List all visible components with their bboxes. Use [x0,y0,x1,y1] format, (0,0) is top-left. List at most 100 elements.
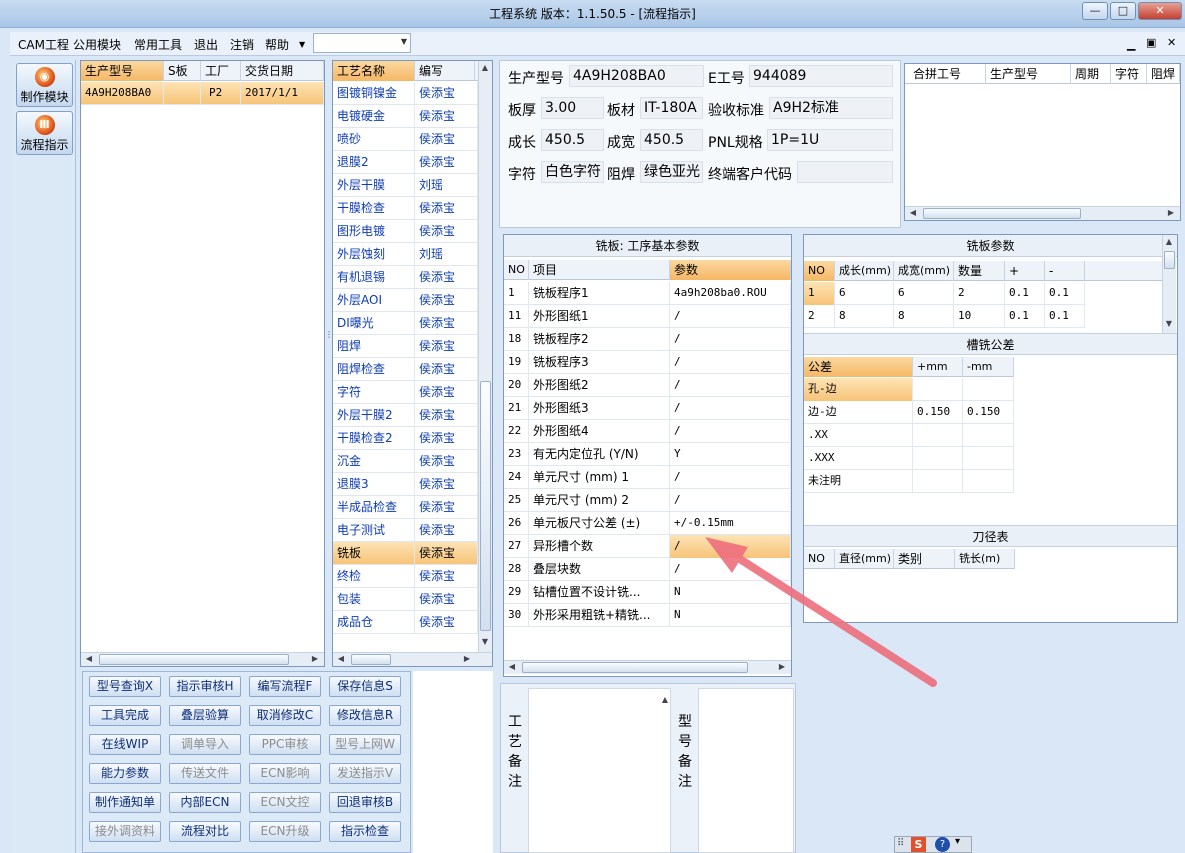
list-item[interactable]: 退膜3 侯添宝 [333,473,478,496]
menu-icon[interactable]: ▾ [955,836,960,847]
action-button-4-0[interactable]: 制作通知单 [89,792,161,813]
table-row[interactable]: 20 外形图纸2/ [504,374,791,397]
scroll-left-icon[interactable]: ◀ [335,654,347,663]
scroll-up-icon[interactable]: ▲ [479,63,491,72]
list-item[interactable]: 阻焊 侯添宝 [333,335,478,358]
list-item[interactable]: 外层干膜2 侯添宝 [333,404,478,427]
table-row[interactable]: 2 8 8 10 0.1 0.1 [804,305,1085,328]
nav-process-guide[interactable]: Ⅲ 流程指示 [16,111,73,155]
table-row[interactable]: .XX [804,424,1014,447]
table-row[interactable]: 未注明 [804,470,1014,493]
table-row[interactable]: 19 铣板程序3/ [504,351,791,374]
list-item[interactable]: 外层AOI 侯添宝 [333,289,478,312]
menu-logout[interactable]: 注销 [230,36,254,53]
list-item[interactable]: 包装 侯添宝 [333,588,478,611]
list-item[interactable]: 铣板 侯添宝 [333,542,478,565]
toolbar-combo[interactable]: ▼ [313,33,411,53]
header-mill-plus[interactable]: + [1005,261,1045,281]
list-item[interactable]: 电子测试 侯添宝 [333,519,478,542]
header-tolerance[interactable]: 公差 [804,357,913,377]
table-row[interactable]: 26 单元板尺寸公差 (±) +/-0.15mm [504,512,791,535]
list-item[interactable]: 阻焊检查 侯添宝 [333,358,478,381]
menu-tools[interactable]: 常用工具 [134,36,182,53]
scroll-left-icon[interactable]: ◀ [907,208,919,217]
mdi-minimize-icon[interactable]: ▁ [1127,38,1135,51]
header-tool-type[interactable]: 类别 [894,549,955,569]
action-button-0-1[interactable]: 指示审核H [169,676,241,697]
material-field[interactable]: IT-180A [640,97,703,119]
header-tool-no[interactable]: NO [804,549,835,569]
table-row[interactable]: 11 外形图纸1/ [504,305,791,328]
model-list-hscroll[interactable]: ◀ ▶ [81,652,324,666]
header-mill-qty[interactable]: 数量 [954,261,1005,281]
action-button-0-2[interactable]: 编写流程F [249,676,321,697]
table-row[interactable]: 18 铣板程序2/ [504,328,791,351]
action-button-3-0[interactable]: 能力参数 [89,763,161,784]
table-row[interactable]: 24 单元尺寸 (mm) 1/ [504,466,791,489]
scroll-thumb[interactable] [522,662,748,673]
acceptance-field[interactable]: A9H2标准 [769,97,893,119]
action-button-0-3[interactable]: 保存信息S [329,676,401,697]
scroll-up-icon[interactable]: ▲ [1163,237,1175,246]
action-button-5-3[interactable]: 指示检查 [329,821,401,842]
process-list-hscroll[interactable]: ◀ ▶ [333,652,492,666]
action-button-1-3[interactable]: 修改信息R [329,705,401,726]
table-row[interactable]: 边-边 0.150 0.150 [804,401,1014,424]
header-tool-diameter[interactable]: 直径(mm) [835,549,894,569]
header-item[interactable]: 项目 [529,260,670,280]
header-tool-length[interactable]: 铣长(m) [955,549,1015,569]
table-row[interactable]: 孔-边 [804,378,1014,401]
model-field[interactable]: 4A9H208BA0 [569,65,704,87]
header-tol-plus[interactable]: +mm [913,357,963,377]
minimize-button[interactable]: — [1082,2,1108,20]
scroll-right-icon[interactable]: ▶ [776,662,788,671]
scroll-thumb[interactable] [1164,251,1175,269]
scroll-left-icon[interactable]: ◀ [83,654,95,663]
header-mill-width[interactable]: 成宽(mm) [894,261,954,281]
table-row[interactable]: 28 叠层块数 / [504,558,791,581]
scroll-right-icon[interactable]: ▶ [1165,208,1177,217]
header-mill-length[interactable]: 成长(mm) [835,261,894,281]
scroll-down-icon[interactable]: ▼ [1163,319,1175,328]
close-button[interactable]: ✕ [1138,2,1182,20]
menu-overflow-icon[interactable]: ▼ [299,40,305,49]
action-button-2-0[interactable]: 在线WIP [89,734,161,755]
action-button-5-1[interactable]: 流程对比 [169,821,241,842]
header-mill-minus[interactable]: - [1045,261,1085,281]
list-item[interactable]: 沉金 侯添宝 [333,450,478,473]
width-field[interactable]: 450.5 [640,129,703,151]
list-item[interactable]: 图形电镀 侯添宝 [333,220,478,243]
pnl-field[interactable]: 1P=1U [767,129,893,151]
table-row[interactable]: 30 外形采用粗铣+精铣... N [504,604,791,627]
action-button-4-1[interactable]: 内部ECN [169,792,241,813]
process-list-vscroll[interactable]: ▲ ▼ [478,61,492,653]
menu-exit[interactable]: 退出 [194,36,218,53]
menu-common-module[interactable]: 公用模块 [73,36,121,53]
table-row[interactable]: 4A9H208BA0 P2 2017/1/1 [81,82,324,105]
table-row[interactable]: .XXX [804,447,1014,470]
list-item[interactable]: 有机退锡 侯添宝 [333,266,478,289]
eng-field[interactable]: 944089 [749,65,893,87]
header-author[interactable]: 编写 [415,61,475,81]
mdi-close-icon[interactable]: ✕ [1167,36,1176,49]
scroll-down-icon[interactable]: ▼ [479,637,491,646]
list-item[interactable]: 退膜2 侯添宝 [333,151,478,174]
header-value[interactable]: 参数 [670,260,791,280]
header-s-board[interactable]: S板 [164,61,201,81]
mask-field[interactable]: 绿色亚光 [640,161,703,183]
scroll-right-icon[interactable]: ▶ [309,654,321,663]
list-item[interactable]: 外层干膜 刘瑶 [333,174,478,197]
char-field[interactable]: 白色字符 [541,161,604,183]
scroll-thumb[interactable] [99,654,289,665]
action-button-0-0[interactable]: 型号查询X [89,676,161,697]
scroll-right-icon[interactable]: ▶ [461,654,473,663]
scroll-up-icon[interactable]: ▲ [659,695,671,704]
header-merge-model[interactable]: 生产型号 [986,64,1071,84]
thickness-field[interactable]: 3.00 [541,97,604,119]
menu-help[interactable]: 帮助 [265,36,289,53]
list-item[interactable]: 干膜检查 侯添宝 [333,197,478,220]
table-row[interactable]: 27 异形槽个数 / [504,535,791,558]
header-factory[interactable]: 工厂 [201,61,241,81]
header-merge-no[interactable]: 合拼工号 [905,64,986,84]
action-button-1-0[interactable]: 工具完成 [89,705,161,726]
